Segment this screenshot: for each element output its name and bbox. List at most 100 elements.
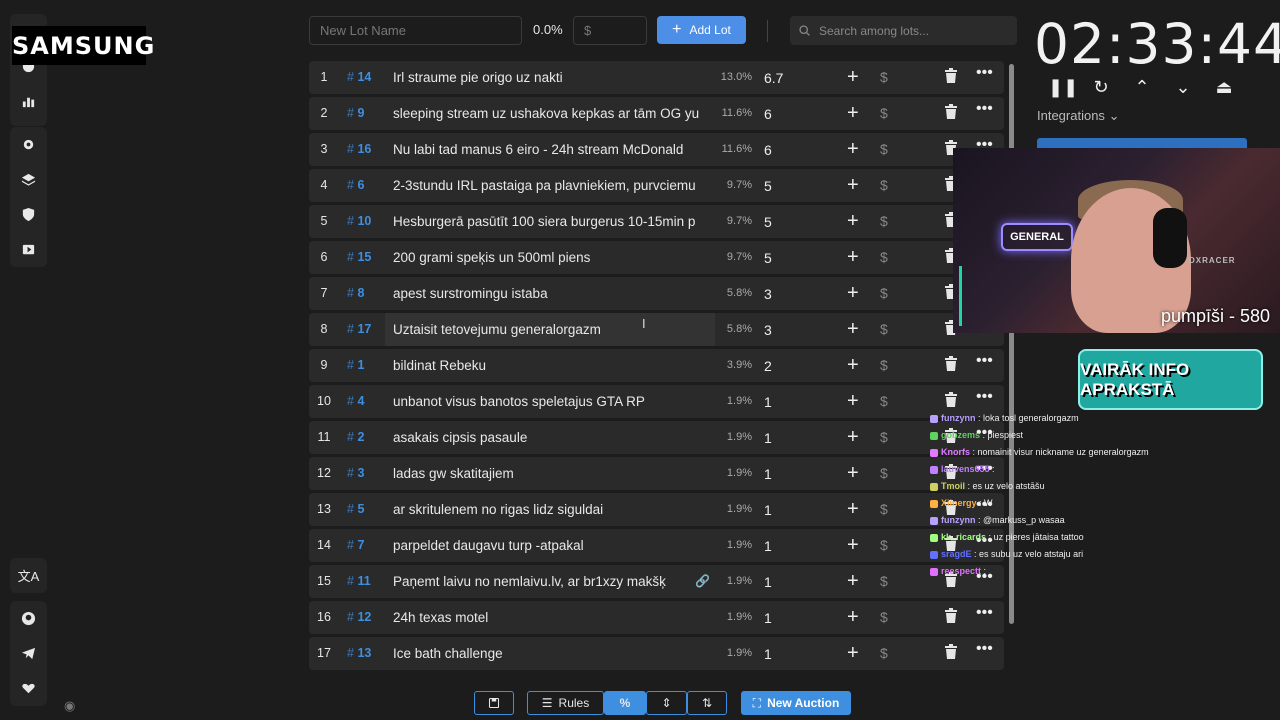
lot-amount[interactable]: 1	[764, 502, 772, 518]
stats-icon[interactable]	[10, 84, 47, 119]
lot-name[interactable]: ar skritulenem no rigas lidz siguldai	[385, 493, 715, 526]
gear-icon[interactable]	[10, 127, 47, 162]
lot-row[interactable]: 10 # 4 unbanot visus banotos speletajus GT…	[309, 385, 1004, 418]
dollar-icon[interactable]: $	[880, 609, 888, 625]
add-amount-icon[interactable]: +	[847, 642, 859, 665]
dollar-icon[interactable]: $	[880, 177, 888, 193]
add-amount-icon[interactable]: +	[847, 318, 859, 341]
reset-icon[interactable]: ↻	[1089, 77, 1113, 98]
lot-amount[interactable]: 5	[764, 250, 772, 266]
add-amount-icon[interactable]: +	[847, 210, 859, 233]
lot-row[interactable]: 12 # 3 ladas gw skatitajiem 1.9% 1 + $ •••	[309, 457, 1004, 490]
dollar-icon[interactable]: $	[880, 249, 888, 265]
add-lot-button[interactable]: + Add Lot	[657, 16, 746, 44]
lot-name[interactable]: bildinat Rebeku	[385, 349, 715, 382]
add-amount-icon[interactable]: +	[847, 282, 859, 305]
lot-row[interactable]: 4 # 6 2-3stundu IRL pastaiga pa plavniekie…	[309, 169, 1004, 202]
lot-row[interactable]: 5 # 10 Hesburgerā pasūtīt 100 siera burger…	[309, 205, 1004, 238]
add-amount-icon[interactable]: +	[847, 138, 859, 161]
sort-button[interactable]: ⇅	[687, 691, 727, 715]
lot-row[interactable]: 2 # 9 sleeping stream uz ushakova kepkas a…	[309, 97, 1004, 130]
lot-name[interactable]: parpeldet daugavu turp -atpakal	[385, 529, 715, 562]
add-amount-icon[interactable]: +	[847, 462, 859, 485]
integrations-dropdown[interactable]: Integrations ⌄	[1037, 108, 1119, 124]
dollar-icon[interactable]: $	[880, 141, 888, 157]
rules-button[interactable]: ☰ Rules	[527, 691, 604, 715]
lot-row[interactable]: 15 # 11 Paņemt laivu no nemlaivu.lv, ar br…	[309, 565, 1004, 598]
lot-name[interactable]: Hesburgerā pasūtīt 100 siera burgerus 10…	[385, 205, 715, 238]
video-icon[interactable]	[10, 232, 47, 267]
dollar-icon[interactable]: $	[880, 321, 888, 337]
dollar-icon[interactable]: $	[880, 645, 888, 661]
lot-row[interactable]: 7# 8apest surstromingu istaba5.8%3+$•••	[309, 277, 1004, 310]
dollar-icon[interactable]: $	[880, 69, 888, 85]
dollar-icon[interactable]: $	[880, 501, 888, 517]
lot-amount[interactable]: 1	[764, 538, 772, 554]
lot-amount[interactable]: 6	[764, 106, 772, 122]
more-options-icon[interactable]: •••	[976, 64, 993, 82]
more-options-icon[interactable]: •••	[976, 352, 993, 370]
lot-amount[interactable]: 6	[764, 142, 772, 158]
chevron-down-icon[interactable]: ⌄	[1171, 77, 1195, 98]
lot-row[interactable]: 16 # 12 24h texas motel 1.9% 1 + $ •••	[309, 601, 1004, 634]
add-amount-icon[interactable]: +	[847, 354, 859, 377]
dollar-icon[interactable]: $	[880, 105, 888, 121]
more-options-icon[interactable]: •••	[976, 640, 993, 658]
trash-icon[interactable]	[944, 644, 958, 663]
lot-amount[interactable]: 2	[764, 358, 772, 374]
percent-toggle-button[interactable]: %	[604, 691, 646, 715]
dollar-icon[interactable]: $	[880, 573, 888, 589]
chevron-up-icon[interactable]: ⌃	[1130, 77, 1154, 98]
lot-row[interactable]: 14 # 7 parpeldet daugavu turp -atpakal 1.9%…	[309, 529, 1004, 562]
lot-name[interactable]: apest surstromingu istaba	[385, 277, 715, 310]
dollar-icon[interactable]: $	[880, 285, 888, 301]
lot-row[interactable]: 11 # 2 asakais cipsis pasaule 1.9% 1 + $ •••	[309, 421, 1004, 454]
save-button[interactable]	[474, 691, 514, 715]
new-lot-name-input[interactable]: New Lot Name	[309, 16, 522, 45]
lot-name[interactable]: Irl straume pie origo uz nakti	[385, 61, 715, 94]
lot-name[interactable]: 200 grami speķis un 500ml piens	[385, 241, 715, 274]
lot-name[interactable]: Ice bath challenge	[385, 637, 715, 670]
add-amount-icon[interactable]: +	[847, 570, 859, 593]
lot-name[interactable]: Paņemt laivu no nemlaivu.lv, ar br1xzy m…	[385, 565, 715, 598]
more-options-icon[interactable]: •••	[976, 604, 993, 622]
add-amount-icon[interactable]: +	[847, 390, 859, 413]
shield-icon[interactable]	[10, 197, 47, 232]
trash-icon[interactable]	[944, 608, 958, 627]
lot-name[interactable]: Uztaisit tetovejumu generalorgazm	[385, 313, 715, 346]
add-amount-icon[interactable]: +	[847, 174, 859, 197]
more-options-icon[interactable]: •••	[976, 100, 993, 118]
lot-amount[interactable]: 1	[764, 610, 772, 626]
lot-amount[interactable]: 5	[764, 178, 772, 194]
lot-row[interactable]: 9 # 1 bildinat Rebeku 3.9% 2 + $ •••	[309, 349, 1004, 382]
add-amount-icon[interactable]: +	[847, 534, 859, 557]
layers-icon[interactable]	[10, 162, 47, 197]
lot-name[interactable]: unbanot visus banotos speletajus GTA RP	[385, 385, 715, 418]
lot-amount[interactable]: 6.7	[764, 70, 783, 86]
lot-name[interactable]: sleeping stream uz ushakova kepkas ar tā…	[385, 97, 715, 130]
lot-name[interactable]: ladas gw skatitajiem	[385, 457, 715, 490]
lot-name[interactable]: 2-3stundu IRL pastaiga pa plavniekiem, p…	[385, 169, 715, 202]
dollar-icon[interactable]: $	[880, 393, 888, 409]
translate-icon[interactable]: 文A	[10, 558, 47, 593]
dollar-icon[interactable]: $	[880, 357, 888, 373]
compress-button[interactable]: ⇕	[646, 691, 687, 715]
new-lot-amount-input[interactable]: $	[573, 16, 647, 45]
lot-amount[interactable]: 1	[764, 646, 772, 662]
lot-amount[interactable]: 5	[764, 214, 772, 230]
lot-name[interactable]: asakais cipsis pasaule	[385, 421, 715, 454]
trash-icon[interactable]	[944, 68, 958, 87]
add-amount-icon[interactable]: +	[847, 606, 859, 629]
trash-icon[interactable]	[944, 104, 958, 123]
add-amount-icon[interactable]: +	[847, 102, 859, 125]
lot-amount[interactable]: 3	[764, 322, 772, 338]
lot-amount[interactable]: 1	[764, 430, 772, 446]
trash-icon[interactable]	[944, 356, 958, 375]
lot-amount[interactable]: 1	[764, 466, 772, 482]
trash-icon[interactable]	[944, 392, 958, 411]
dollar-icon[interactable]: $	[880, 465, 888, 481]
dollar-icon[interactable]: $	[880, 213, 888, 229]
add-amount-icon[interactable]: +	[847, 246, 859, 269]
donate-icon[interactable]	[10, 671, 47, 706]
github-icon[interactable]	[10, 601, 47, 636]
